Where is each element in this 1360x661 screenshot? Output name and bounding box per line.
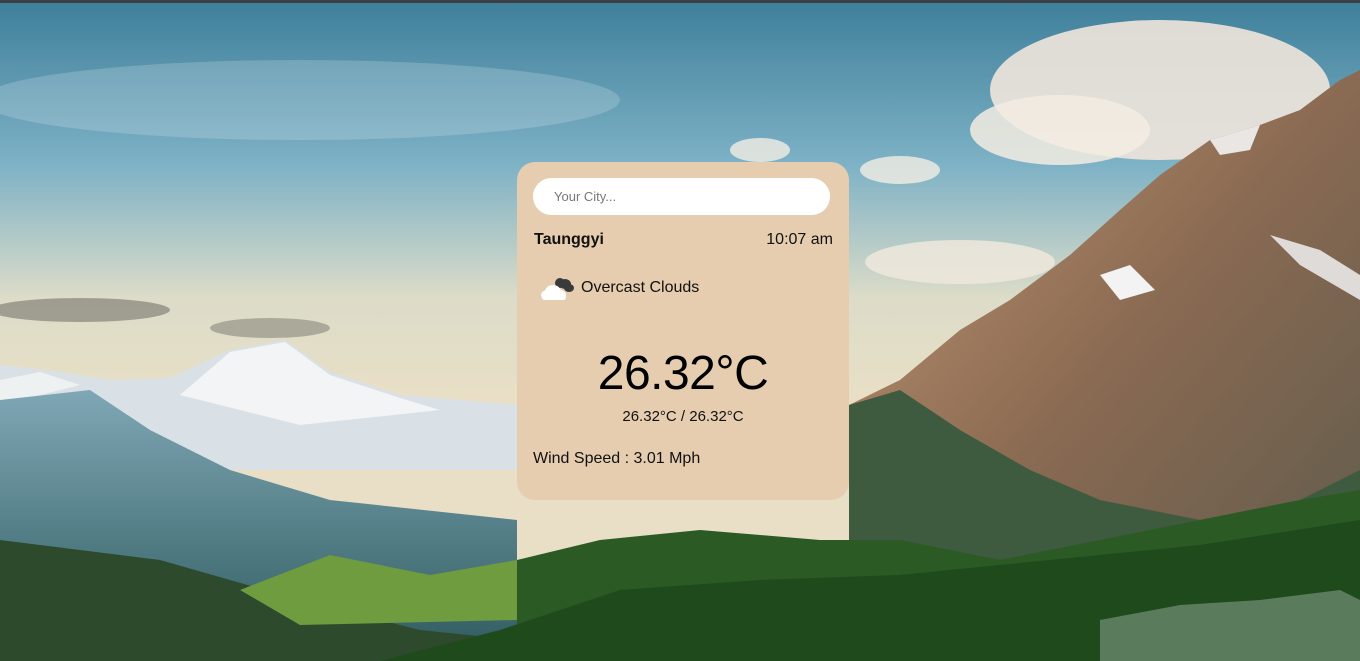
weather-condition: Overcast Clouds <box>539 274 699 302</box>
cloud-icon <box>541 278 574 300</box>
top-edge-bar <box>0 0 1360 3</box>
wind-speed: Wind Speed : 3.01 Mph <box>533 450 701 467</box>
temperature-range: 26.32°C / 26.32°C <box>622 408 744 425</box>
local-time: 10:07 am <box>766 231 833 248</box>
condition-label: Overcast Clouds <box>581 279 700 296</box>
city-name: Taunggyi <box>534 231 604 248</box>
current-temperature: 26.32°C <box>597 347 769 400</box>
city-search-input[interactable] <box>533 178 830 215</box>
weather-card: Taunggyi 10:07 am Overcast Clouds 26.32°… <box>517 162 849 500</box>
